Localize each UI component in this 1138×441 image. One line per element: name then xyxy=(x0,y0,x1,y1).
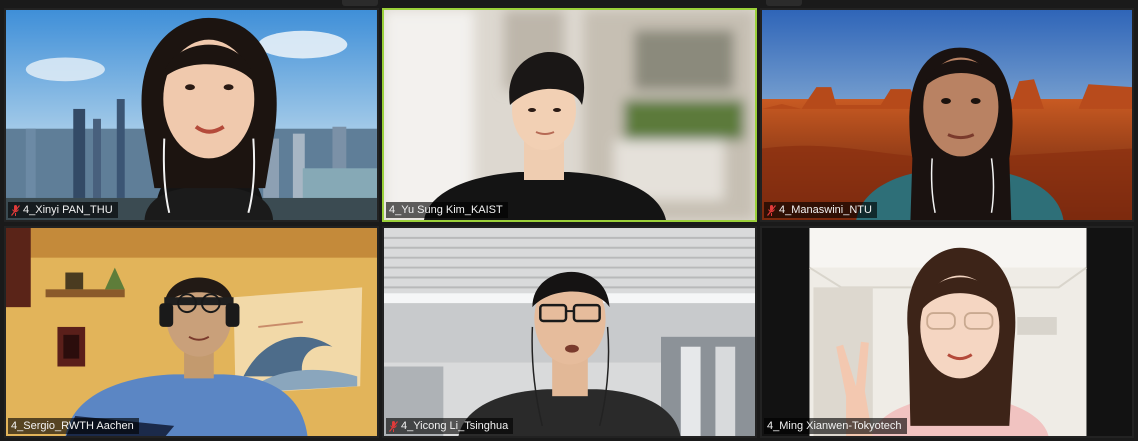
participant-name-tag: 4_Manaswini_NTU xyxy=(764,202,877,218)
participant-name: 4_Ming Xianwen-Tokyotech xyxy=(767,420,902,432)
window-tab xyxy=(766,0,802,6)
participant-video xyxy=(6,10,377,220)
participant-video xyxy=(762,10,1132,220)
participant-name-tag: 4_Xinyi PAN_THU xyxy=(8,202,118,218)
video-tile-xinyi[interactable]: 4_Xinyi PAN_THU xyxy=(4,8,379,222)
participant-name: 4_Xinyi PAN_THU xyxy=(23,204,113,216)
video-tile-yu-sung[interactable]: 4_Yu Sung Kim_KAIST xyxy=(382,8,757,222)
participant-video xyxy=(6,228,377,436)
participant-video xyxy=(384,228,755,436)
window-tab xyxy=(342,0,378,6)
participant-name: 4_Yicong Li_Tsinghua xyxy=(401,420,509,432)
video-tile-manaswini[interactable]: 4_Manaswini_NTU xyxy=(760,8,1134,222)
video-tile-yicong[interactable]: 4_Yicong Li_Tsinghua xyxy=(382,226,757,438)
muted-microphone-icon xyxy=(11,204,20,216)
participant-name-tag: 4_Ming Xianwen-Tokyotech xyxy=(764,418,907,434)
participant-name: 4_Sergio_RWTH Aachen xyxy=(11,420,134,432)
participant-name-tag: 4_Yicong Li_Tsinghua xyxy=(386,418,514,434)
muted-microphone-icon xyxy=(389,420,398,432)
video-tile-ming[interactable]: 4_Ming Xianwen-Tokyotech xyxy=(760,226,1134,438)
muted-microphone-icon xyxy=(767,204,776,216)
participant-name-tag: 4_Sergio_RWTH Aachen xyxy=(8,418,139,434)
participant-video xyxy=(762,228,1132,436)
video-tile-sergio[interactable]: 4_Sergio_RWTH Aachen xyxy=(4,226,379,438)
participant-name: 4_Yu Sung Kim_KAIST xyxy=(389,204,503,216)
participant-name: 4_Manaswini_NTU xyxy=(779,204,872,216)
participant-video xyxy=(384,10,755,220)
video-gallery: 4_Xinyi PAN_THU 4_Yu Sung Kim_KAIST 4_Ma… xyxy=(4,8,1134,438)
participant-name-tag: 4_Yu Sung Kim_KAIST xyxy=(386,202,508,218)
